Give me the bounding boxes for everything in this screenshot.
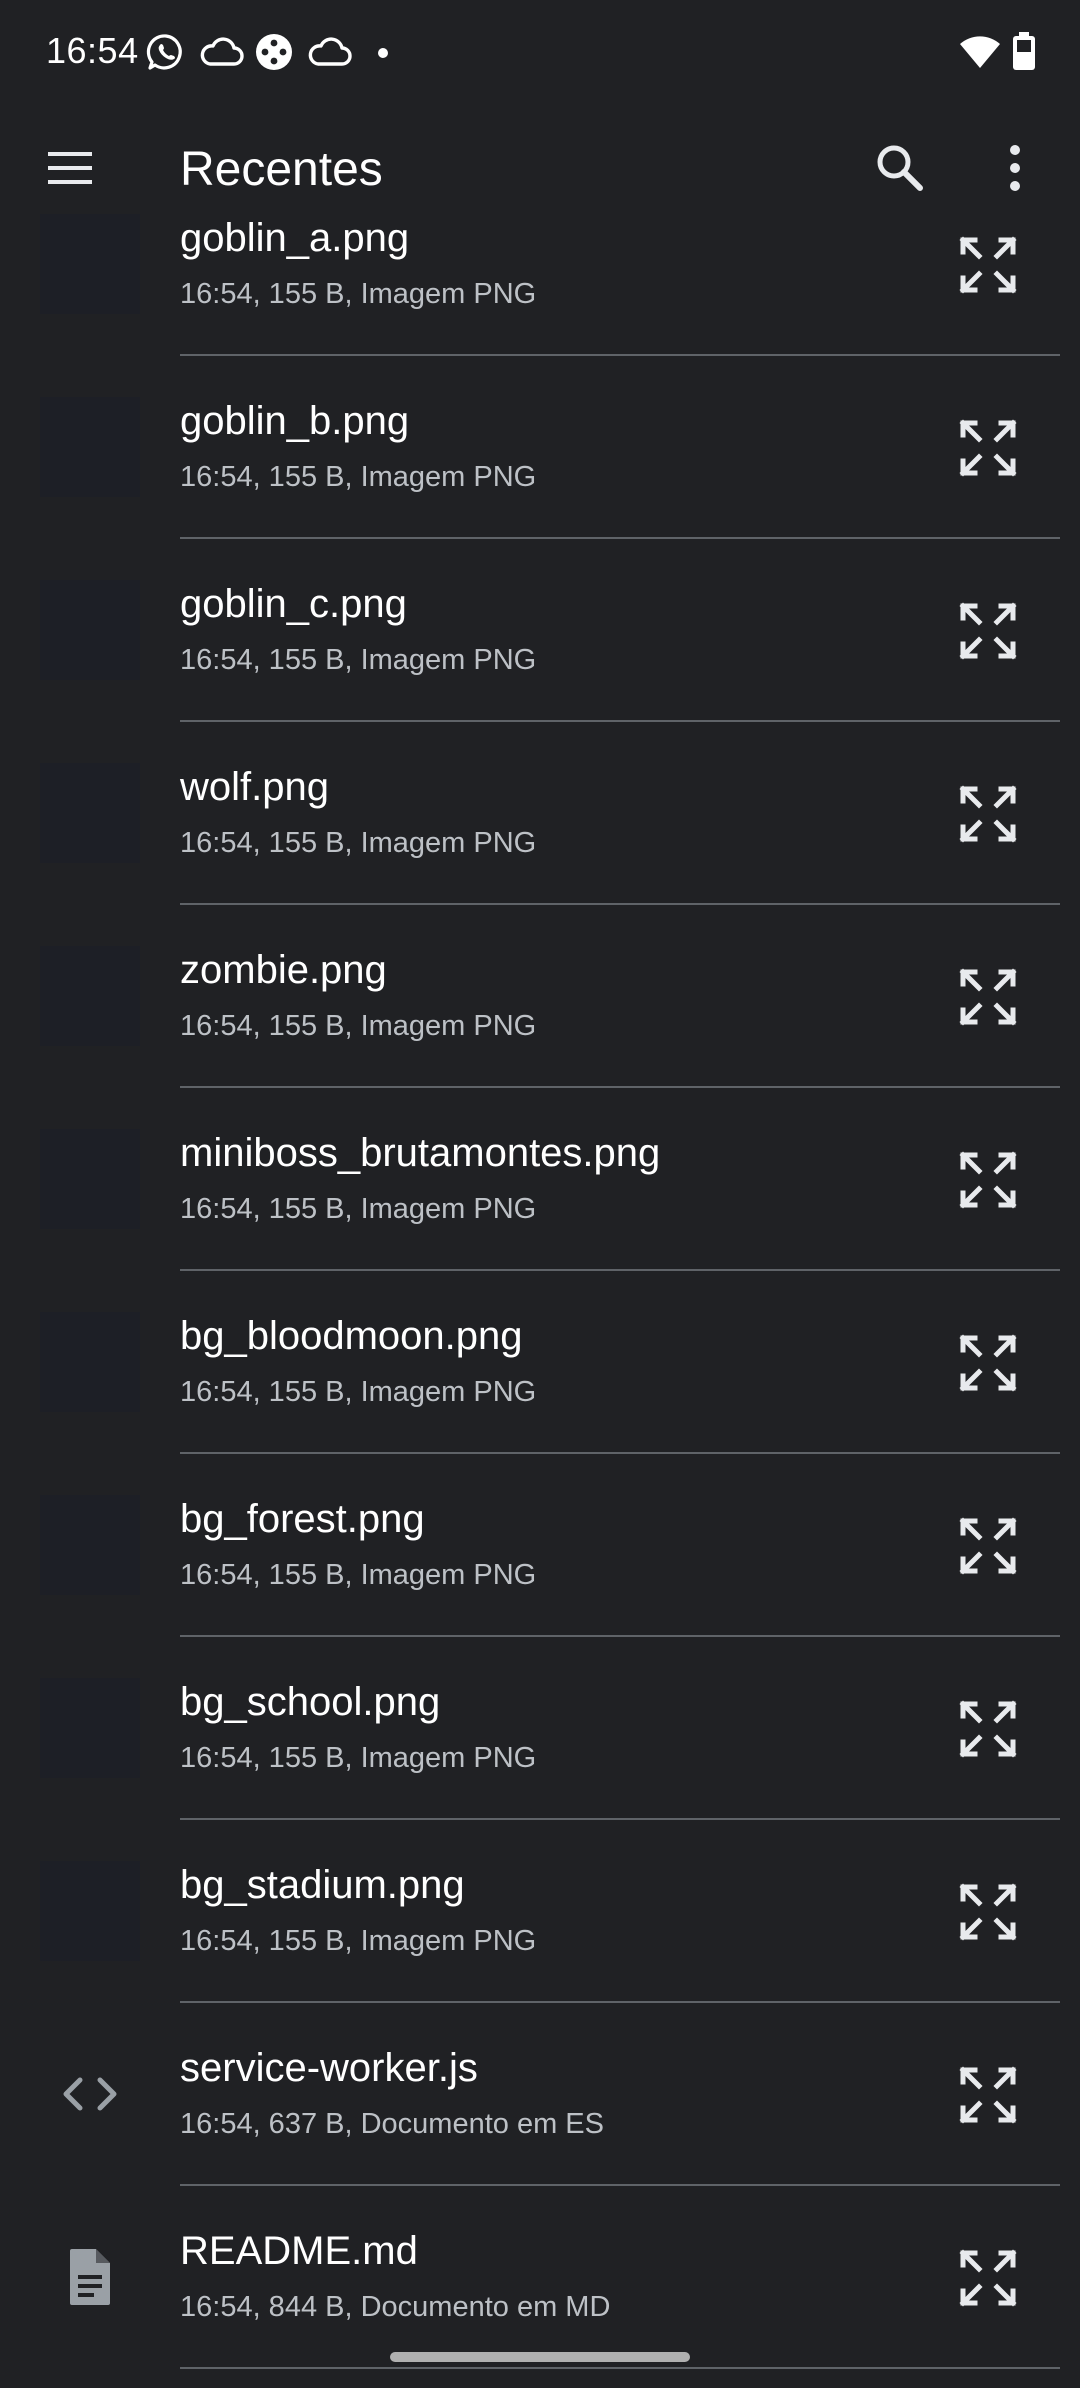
file-row[interactable]: bg_forest.png 16:54, 155 B, Imagem PNG [0, 1485, 1080, 1668]
file-name: bg_forest.png [180, 1497, 425, 1541]
file-thumbnail [40, 580, 140, 680]
cloud-icon [200, 37, 244, 66]
battery-icon [1013, 32, 1035, 70]
row-divider [180, 1452, 1060, 1454]
row-divider [180, 1269, 1060, 1271]
file-thumbnail [40, 946, 140, 1046]
file-name: goblin_a.png [180, 216, 410, 260]
row-divider [180, 2367, 1060, 2369]
file-thumbnail [40, 397, 140, 497]
file-meta: 16:54, 155 B, Imagem PNG [180, 1742, 537, 1774]
row-divider [180, 1086, 1060, 1088]
file-row[interactable]: miniboss_brutamontes.png 16:54, 155 B, Im… [0, 1119, 1080, 1302]
file-name: README.md [180, 2229, 418, 2273]
file-name: bg_bloodmoon.png [180, 1314, 523, 1358]
file-meta: 16:54, 637 B, Documento em ES [180, 2108, 604, 2140]
home-indicator[interactable] [390, 2352, 690, 2362]
expand-icon[interactable] [955, 415, 1021, 481]
file-name: goblin_b.png [180, 399, 410, 443]
file-thumbnail [40, 1312, 140, 1412]
file-row[interactable]: goblin_c.png 16:54, 155 B, Imagem PNG [0, 570, 1080, 753]
file-row[interactable]: goblin_a.png 16:54, 155 B, Imagem PNG [0, 210, 1080, 387]
file-row[interactable]: service-worker.js 16:54, 637 B, Documento… [0, 2034, 1080, 2217]
row-divider [180, 1635, 1060, 1637]
status-time: 16:54 [46, 30, 139, 71]
file-meta: 16:54, 155 B, Imagem PNG [180, 1010, 537, 1042]
row-divider [180, 903, 1060, 905]
notification-dot [378, 48, 388, 58]
file-row[interactable]: zombie.png 16:54, 155 B, Imagem PNG [0, 936, 1080, 1119]
row-divider [180, 537, 1060, 539]
expand-icon[interactable] [955, 598, 1021, 664]
file-meta: 16:54, 155 B, Imagem PNG [180, 644, 537, 676]
file-name: miniboss_brutamontes.png [180, 1131, 661, 1175]
file-meta: 16:54, 155 B, Imagem PNG [180, 278, 537, 310]
file-meta: 16:54, 155 B, Imagem PNG [180, 1559, 537, 1591]
file-row[interactable]: bg_school.png 16:54, 155 B, Imagem PNG [0, 1668, 1080, 1851]
cloud-icon [308, 37, 352, 66]
expand-icon[interactable] [955, 1879, 1021, 1945]
file-meta: 16:54, 155 B, Imagem PNG [180, 827, 537, 859]
expand-icon[interactable] [955, 1330, 1021, 1396]
file-thumbnail [40, 1129, 140, 1229]
code-file-icon [63, 2077, 117, 2111]
file-thumbnail [40, 763, 140, 863]
row-divider [180, 720, 1060, 722]
file-row[interactable]: bg_stadium.png 16:54, 155 B, Imagem PNG [0, 1851, 1080, 2034]
file-list: goblin_a.png 16:54, 155 B, Imagem PNG gobl… [0, 210, 1080, 2388]
file-name: wolf.png [180, 765, 329, 809]
menu-icon[interactable] [40, 138, 100, 198]
document-file-icon [70, 2249, 110, 2305]
wifi-icon [960, 36, 1000, 68]
expand-icon[interactable] [955, 964, 1021, 1030]
file-thumbnail [40, 214, 140, 314]
file-name: bg_stadium.png [180, 1863, 465, 1907]
row-divider [180, 354, 1060, 356]
expand-icon[interactable] [955, 1696, 1021, 1762]
file-name: bg_school.png [180, 1680, 441, 1724]
file-name: zombie.png [180, 948, 387, 992]
file-name: goblin_c.png [180, 582, 407, 626]
file-meta: 16:54, 155 B, Imagem PNG [180, 461, 537, 493]
row-divider [180, 2001, 1060, 2003]
row-divider [180, 1818, 1060, 1820]
file-thumbnail [40, 1861, 140, 1961]
file-row[interactable]: goblin_b.png 16:54, 155 B, Imagem PNG [0, 387, 1080, 570]
expand-icon[interactable] [955, 232, 1021, 298]
file-thumbnail [40, 1495, 140, 1595]
expand-icon[interactable] [955, 1513, 1021, 1579]
search-icon[interactable] [870, 138, 930, 198]
file-meta: 16:54, 844 B, Documento em MD [180, 2291, 611, 2323]
page-title: Recentes [180, 143, 383, 196]
expand-icon[interactable] [955, 781, 1021, 847]
file-row[interactable]: wolf.png 16:54, 155 B, Imagem PNG [0, 753, 1080, 936]
file-meta: 16:54, 155 B, Imagem PNG [180, 1193, 537, 1225]
file-row[interactable]: README.md 16:54, 844 B, Documento em MD [0, 2217, 1080, 2388]
game-controller-icon [256, 34, 292, 70]
file-name: service-worker.js [180, 2046, 478, 2090]
row-divider [180, 2184, 1060, 2186]
expand-icon[interactable] [955, 1147, 1021, 1213]
file-thumbnail [40, 1678, 140, 1778]
more-vert-icon[interactable] [985, 138, 1045, 198]
whatsapp-icon [146, 34, 182, 70]
file-meta: 16:54, 155 B, Imagem PNG [180, 1376, 537, 1408]
file-meta: 16:54, 155 B, Imagem PNG [180, 1925, 537, 1957]
file-row[interactable]: bg_bloodmoon.png 16:54, 155 B, Imagem PNG [0, 1302, 1080, 1485]
expand-icon[interactable] [955, 2062, 1021, 2128]
expand-icon[interactable] [955, 2245, 1021, 2311]
status-bar: 16:54 [0, 0, 1080, 110]
